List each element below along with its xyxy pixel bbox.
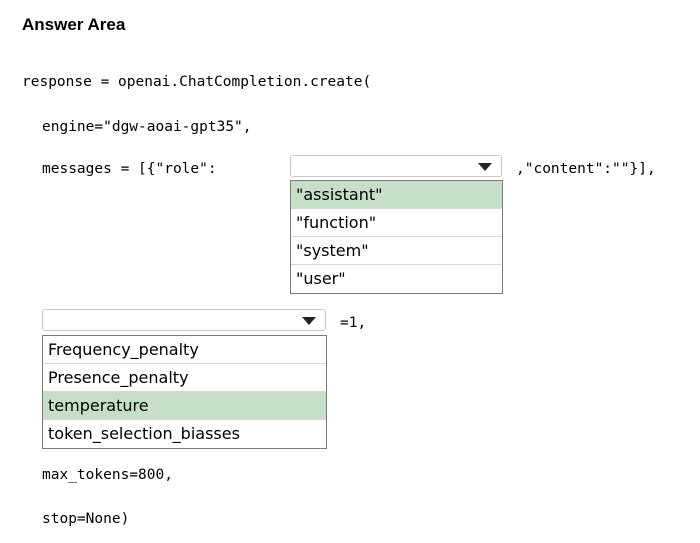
param-option-presence-penalty[interactable]: Presence_penalty	[43, 364, 326, 392]
chevron-down-icon[interactable]	[302, 317, 316, 325]
param-option-token-selection-biasses[interactable]: token_selection_biasses	[43, 420, 326, 448]
parameter-dropdown[interactable]	[42, 309, 326, 331]
chevron-down-icon[interactable]	[478, 163, 492, 171]
code-line-engine: engine="dgw-aoai-gpt35",	[42, 119, 252, 135]
code-line-max-tokens: max_tokens=800,	[42, 467, 173, 483]
code-line-stop: stop=None)	[42, 511, 130, 527]
param-option-frequency-penalty[interactable]: Frequency_penalty	[43, 336, 326, 364]
code-line-create: response = openai.ChatCompletion.create(	[22, 74, 372, 90]
role-option-function[interactable]: "function"	[291, 209, 502, 237]
parameter-dropdown-list: Frequency_penalty Presence_penalty tempe…	[42, 335, 327, 449]
code-line-param-value: =1,	[340, 315, 367, 331]
role-option-system[interactable]: "system"	[291, 237, 502, 265]
param-option-temperature[interactable]: temperature	[43, 392, 326, 420]
role-dropdown-list: "assistant" "function" "system" "user"	[290, 180, 503, 294]
role-option-assistant[interactable]: "assistant"	[291, 181, 502, 209]
code-line-messages: messages = [{"role":	[42, 161, 217, 177]
role-option-user[interactable]: "user"	[291, 265, 502, 293]
role-dropdown[interactable]	[290, 155, 502, 177]
code-line-messages-content: ,"content":""}],	[516, 161, 656, 177]
answer-area-title: Answer Area	[22, 15, 126, 34]
